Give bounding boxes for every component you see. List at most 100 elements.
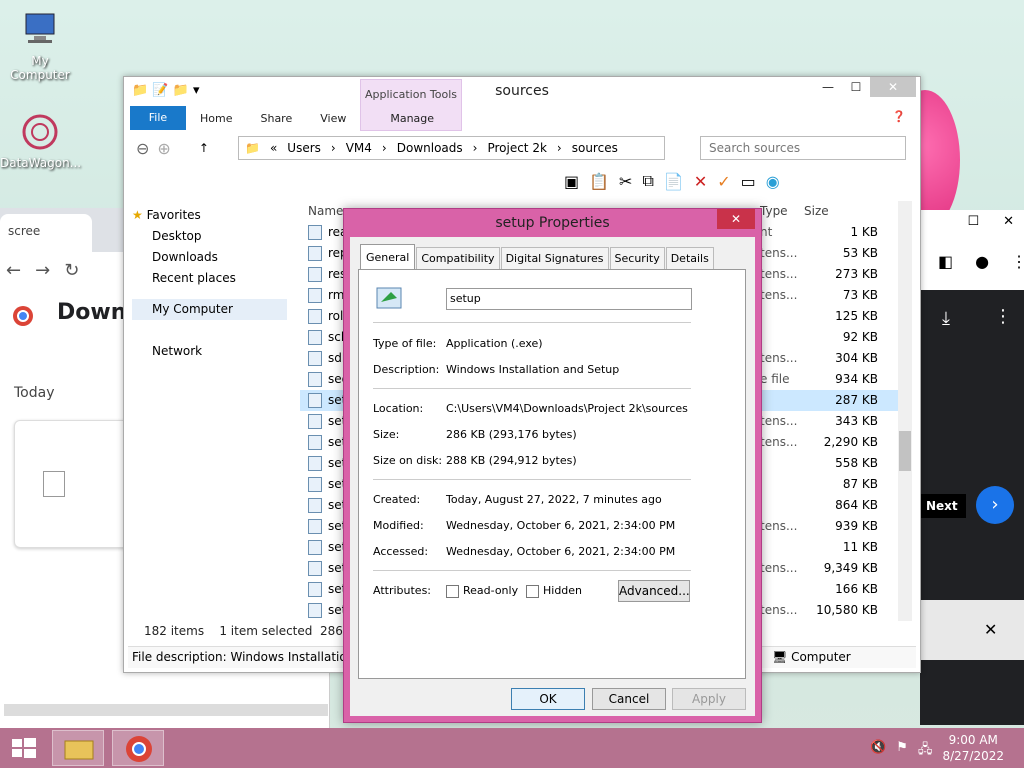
clock[interactable]: 9:00 AM 8/27/2022: [942, 732, 1004, 764]
forward-icon[interactable]: →: [35, 260, 50, 281]
section-heading: Today: [14, 385, 55, 401]
tab-manage[interactable]: Manage: [376, 112, 448, 125]
taskbar: 🔇 ⚑ 🖧 9:00 AM 8/27/2022: [0, 728, 1024, 768]
breadcrumb-overflow[interactable]: «: [270, 141, 277, 155]
next-button[interactable]: ›: [976, 486, 1014, 524]
star-icon: ★: [132, 208, 143, 222]
paste-icon[interactable]: 📄: [664, 172, 684, 191]
tab-compatibility[interactable]: Compatibility: [416, 247, 500, 270]
window-controls: — ☐ ✕: [814, 77, 916, 97]
nav-recent-places[interactable]: Recent places: [132, 268, 292, 289]
nav-downloads[interactable]: Downloads: [132, 247, 292, 268]
copy-icon[interactable]: ⧉: [642, 171, 653, 191]
file-size: 2,290 KB: [823, 435, 878, 449]
next-label[interactable]: Next: [920, 494, 966, 518]
back-icon[interactable]: ←: [6, 260, 21, 281]
advanced-button[interactable]: Advanced...: [618, 580, 690, 602]
close-icon[interactable]: ✕: [984, 620, 997, 639]
apply-button[interactable]: Apply: [672, 688, 746, 710]
column-size[interactable]: Size: [804, 201, 829, 222]
file-name-field[interactable]: setup: [446, 288, 692, 310]
file-icon: [43, 471, 65, 497]
column-type[interactable]: Type: [760, 201, 788, 222]
flag-icon[interactable]: ⚑: [896, 740, 908, 762]
tab-security[interactable]: Security: [609, 247, 665, 270]
globe-icon[interactable]: ◉: [766, 172, 780, 191]
computer-icon: 🖥: [772, 650, 788, 664]
readonly-checkbox[interactable]: Read-only: [446, 584, 518, 598]
download-icon[interactable]: ⤓: [942, 308, 950, 329]
close-icon[interactable]: ✕: [1003, 214, 1014, 229]
breadcrumb-project[interactable]: Project 2k: [487, 141, 546, 155]
cancel-button[interactable]: Cancel: [592, 688, 666, 710]
menu-icon[interactable]: ⋮: [1011, 252, 1024, 271]
taskbar-explorer[interactable]: [52, 730, 104, 766]
file-size: 934 KB: [835, 372, 878, 386]
split-view-icon[interactable]: ◧: [938, 252, 953, 271]
nav-favorites[interactable]: ★ Favorites: [132, 205, 292, 226]
chrome-tab[interactable]: scree: [0, 214, 92, 252]
reload-icon[interactable]: ↻: [64, 260, 79, 281]
tab-share[interactable]: Share: [246, 112, 306, 125]
help-icon[interactable]: ❓: [892, 110, 906, 123]
ok-button[interactable]: OK: [511, 688, 585, 710]
column-name[interactable]: Name: [308, 201, 343, 222]
start-button[interactable]: [0, 730, 48, 766]
file-size: 125 KB: [835, 309, 878, 323]
avatar-icon[interactable]: ●: [975, 252, 989, 271]
taskbar-chrome[interactable]: [112, 730, 164, 766]
rename-icon[interactable]: ▭: [741, 172, 756, 191]
forward-icon[interactable]: ⊕: [157, 139, 170, 158]
breadcrumb-downloads[interactable]: Downloads: [397, 141, 463, 155]
more-icon[interactable]: ⋮: [994, 306, 1012, 327]
close-icon[interactable]: ✕: [870, 77, 916, 97]
file-type: tens...: [760, 288, 798, 302]
tab-view[interactable]: View: [306, 112, 360, 125]
size-label: Size:: [373, 428, 400, 441]
checkbox-box[interactable]: [526, 584, 539, 598]
dialog-tabs: General Compatibility Digital Signatures…: [360, 244, 715, 270]
back-icon[interactable]: ⊖: [136, 139, 149, 158]
tab-details[interactable]: Details: [665, 247, 714, 270]
volume-icon[interactable]: 🔇: [870, 740, 886, 762]
tab-general[interactable]: General: [360, 244, 416, 270]
file-size: 73 KB: [842, 288, 878, 302]
file-name: rm: [328, 288, 345, 302]
created-label: Created:: [373, 493, 421, 506]
close-icon[interactable]: ✕: [717, 209, 755, 229]
item-count: 182 items: [144, 624, 205, 638]
nav-my-computer[interactable]: My Computer: [132, 299, 287, 320]
file-icon: [308, 582, 322, 597]
file-name: rol: [328, 309, 344, 323]
desktop-icon-datawagon[interactable]: DataWagon...: [0, 112, 81, 170]
breadcrumb-sources[interactable]: sources: [572, 141, 618, 155]
minimize-icon[interactable]: —: [814, 77, 842, 97]
network-icon[interactable]: 🖧: [918, 740, 933, 762]
setup-icon: [375, 284, 403, 315]
scroll-thumb[interactable]: [899, 431, 911, 471]
preview-pane-icon[interactable]: ▣: [564, 172, 579, 191]
properties-icon[interactable]: 📋: [589, 172, 609, 191]
tab-digital-signatures[interactable]: Digital Signatures: [500, 247, 609, 270]
nav-desktop[interactable]: Desktop: [132, 226, 292, 247]
check-icon[interactable]: ✓: [717, 172, 730, 191]
checkbox-box[interactable]: [446, 584, 459, 598]
desktop-icon-my-computer[interactable]: My Computer: [0, 10, 80, 82]
delete-icon[interactable]: ✕: [694, 172, 707, 191]
nav-network[interactable]: Network: [132, 341, 292, 362]
chrome-icon: [126, 736, 152, 762]
address-bar[interactable]: 📁 « Users › VM4 › Downloads › Project 2k › so…: [238, 136, 665, 160]
maximize-icon[interactable]: ☐: [842, 77, 870, 97]
search-input[interactable]: Search sources: [700, 136, 906, 160]
maximize-icon[interactable]: ☐: [967, 214, 979, 229]
tab-home[interactable]: Home: [186, 112, 246, 125]
vertical-scrollbar[interactable]: [898, 201, 912, 621]
up-icon[interactable]: ↑: [199, 141, 209, 155]
horizontal-scrollbar[interactable]: [4, 704, 328, 716]
tab-file[interactable]: File: [130, 106, 186, 130]
hidden-checkbox[interactable]: Hidden: [526, 584, 582, 598]
breadcrumb-vm4[interactable]: VM4: [346, 141, 372, 155]
breadcrumb-users[interactable]: Users: [287, 141, 321, 155]
file-type: tens...: [760, 519, 798, 533]
cut-icon[interactable]: ✂: [619, 172, 632, 191]
